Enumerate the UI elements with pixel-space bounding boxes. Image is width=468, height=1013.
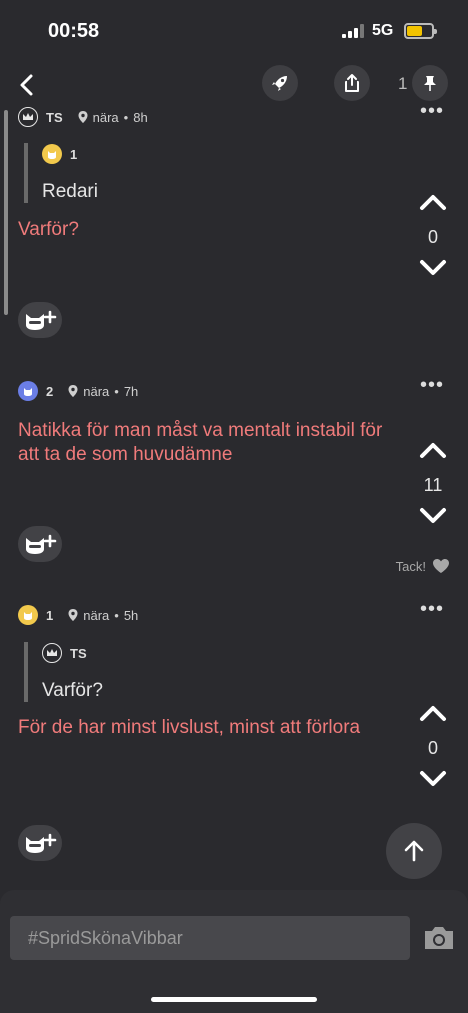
cat-icon [18, 605, 38, 625]
location-pin-icon [68, 609, 78, 621]
chevron-down-icon[interactable] [418, 769, 448, 789]
pin-icon [424, 76, 436, 91]
more-dots-icon[interactable]: ••• [420, 101, 444, 121]
post-text: Natikka för man måst va mentalt instabil… [18, 420, 383, 465]
post-age: 8h [133, 109, 148, 125]
share-icon [345, 74, 359, 92]
pin-count: 1 [398, 74, 408, 93]
crown-icon [42, 643, 62, 663]
post-meta: TS nära • 8h [18, 106, 148, 128]
home-indicator [151, 997, 317, 1002]
cat-add-icon [26, 833, 57, 853]
post-meta: 2 nära • 7h [18, 380, 138, 402]
back-chevron-icon[interactable] [14, 68, 42, 102]
add-reaction-button[interactable] [18, 526, 62, 562]
scrollbar[interactable] [4, 110, 8, 315]
cat-add-icon [26, 310, 57, 330]
heart-icon [433, 559, 449, 573]
post-location: nära • 8h [77, 110, 148, 125]
post-meta: 1 nära • 5h [18, 604, 138, 626]
vote-count: 0 [427, 738, 438, 758]
arrow-up-icon [404, 840, 424, 862]
quoted-reply[interactable]: 1 Redari [24, 143, 98, 203]
chevron-up-icon[interactable] [418, 703, 448, 723]
chevron-down-icon[interactable] [418, 258, 448, 278]
share-button[interactable] [334, 65, 370, 101]
post-age: 7h [123, 383, 139, 399]
thanks-button[interactable]: Tack! [396, 558, 450, 574]
vote-widget: 0 [418, 703, 448, 794]
post-author: TS [46, 109, 63, 125]
vote-count: 0 [427, 227, 438, 247]
post-author: 1 [46, 607, 54, 623]
post-location: nära • 7h [67, 384, 138, 399]
quote-author: TS [70, 645, 87, 661]
chevron-up-icon[interactable] [418, 440, 448, 460]
quote-author: 1 [70, 146, 78, 162]
crown-icon [18, 107, 38, 127]
cat-icon [18, 381, 38, 401]
location-pin-icon [78, 111, 88, 123]
vote-widget: 0 [418, 192, 448, 283]
status-bar: 00:58 5G [0, 0, 468, 60]
cat-icon [42, 144, 62, 164]
post-author: 2 [46, 383, 54, 399]
location-pin-icon [68, 385, 78, 397]
post-location-text: nära [83, 607, 110, 623]
quote-text: Varför? [42, 680, 103, 701]
post-text: För de har minst livslust, minst att för… [18, 717, 361, 738]
boost-button[interactable] [262, 65, 298, 101]
post-age: 5h [123, 607, 139, 623]
comment-input[interactable] [10, 916, 410, 960]
rocket-icon [272, 76, 287, 91]
post-location-text: nära [92, 109, 119, 125]
more-dots-icon[interactable]: ••• [420, 599, 444, 619]
vote-widget: 11 [418, 440, 448, 531]
cat-add-icon [26, 534, 57, 554]
thanks-label: Tack! [395, 558, 426, 574]
signal-icon [342, 24, 364, 38]
quoted-reply[interactable]: TS Varför? [24, 642, 103, 702]
chevron-up-icon[interactable] [418, 192, 448, 212]
post-location: nära • 5h [67, 608, 138, 623]
scroll-to-top-button[interactable] [386, 823, 442, 879]
more-dots-icon[interactable]: ••• [420, 375, 444, 395]
chevron-down-icon[interactable] [418, 506, 448, 526]
post-location-text: nära [83, 383, 110, 399]
camera-icon[interactable] [422, 924, 456, 952]
vote-count: 11 [423, 475, 443, 495]
post-text: Varför? [18, 219, 79, 240]
pin-button[interactable] [412, 65, 448, 101]
status-time: 00:58 [48, 20, 100, 42]
battery-icon [404, 23, 437, 39]
quote-text: Redari [42, 181, 98, 202]
add-reaction-button[interactable] [18, 302, 62, 338]
comment-feed[interactable]: TS nära • 8h ••• 1 Redari Varför? 0 2 nä… [0, 100, 468, 905]
network-label: 5G [372, 22, 394, 39]
composer-bar [0, 890, 468, 1013]
add-reaction-button[interactable] [18, 825, 62, 861]
